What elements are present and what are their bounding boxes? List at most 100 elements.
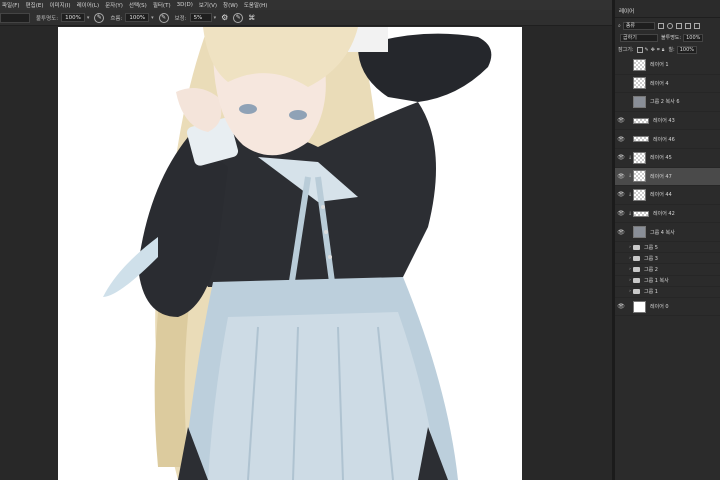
layer-name: 그룹 4 복사 [650, 229, 675, 236]
group-name: 그룹 5 [644, 244, 658, 251]
eye-icon[interactable]: 👁︎ [615, 136, 627, 143]
blend-row: 곱하기 불투명도: 100% [615, 32, 720, 43]
search-icon: ⌕ [618, 22, 621, 29]
eye-icon[interactable]: 👁︎ [615, 210, 627, 217]
menu-file[interactable]: 파일(F) [2, 1, 20, 9]
pressure-opacity-icon[interactable]: ✎ [94, 12, 105, 23]
layer-row[interactable]: 👁︎ 레이어 4 [615, 75, 720, 94]
eye-icon[interactable]: 👁︎ [615, 154, 627, 161]
lock-row: 잠그기: ✎ ✥ ⌗ 🔒︎ 칠: 100% [615, 44, 720, 55]
group-row[interactable]: 👁︎ › 그룹 2 [615, 264, 720, 276]
tab-layers[interactable]: 레이어 [615, 6, 720, 18]
chevron-down-icon[interactable]: ▾ [87, 15, 90, 21]
layer-thumbnail [633, 210, 649, 217]
layer-thumbnail [633, 226, 646, 239]
lock-move-icon[interactable]: ✥ [651, 47, 655, 53]
visibility-toggle[interactable]: 👁︎ [615, 288, 627, 295]
chevron-down-icon[interactable]: ▾ [214, 15, 217, 21]
lock-label: 잠그기: [618, 47, 634, 53]
menu-type[interactable]: 문자(Y) [105, 1, 123, 9]
menu-edit[interactable]: 편집(E) [26, 1, 44, 9]
lock-all-icon[interactable]: 🔒︎ [662, 47, 665, 53]
menu-3d[interactable]: 3D(D) [177, 2, 193, 8]
visibility-toggle[interactable]: 👁︎ [615, 266, 627, 273]
artwork-illustration [103, 27, 492, 480]
visibility-toggle[interactable]: 👁︎ [615, 98, 627, 105]
smoothing-label: 보정: [174, 15, 187, 22]
menu-layer[interactable]: 레이어(L) [77, 1, 100, 9]
flow-label: 흐름: [110, 15, 123, 22]
opacity-label: 불투명도: [661, 35, 682, 41]
visibility-toggle[interactable]: 👁︎ [615, 80, 627, 87]
opacity-input[interactable]: 100% [61, 13, 85, 22]
folder-icon [633, 255, 640, 261]
group-row[interactable]: 👁︎ › 그룹 1 복사 [615, 276, 720, 287]
group-row[interactable]: 👁︎ › 그룹 5 [615, 242, 720, 254]
layer-thumbnail [633, 58, 646, 71]
visibility-toggle[interactable]: 👁︎ [615, 244, 627, 251]
layer-opacity-input[interactable]: 100% [683, 33, 704, 42]
pressure-size-icon[interactable]: ✎ [233, 12, 244, 23]
layer-name: 레이어 1 [650, 62, 669, 69]
layer-name: 레이어 47 [650, 173, 672, 180]
smoothing-input[interactable]: 5% [189, 13, 212, 22]
flow-input[interactable]: 100% [125, 13, 150, 22]
menu-help[interactable]: 도움말(H) [244, 1, 268, 9]
menu-select[interactable]: 선택(S) [129, 1, 147, 9]
layer-row[interactable]: 👁︎ 레이어 43 [615, 112, 720, 131]
layer-row[interactable]: 👁︎ 레이어 0 [615, 298, 720, 317]
layer-row[interactable]: 👁︎ ↓ 레이어 45 [615, 149, 720, 168]
canvas[interactable] [58, 27, 522, 480]
airbrush-icon[interactable]: ✎ [158, 12, 169, 23]
layer-thumbnail [633, 77, 646, 90]
visibility-toggle[interactable]: 👁︎ [615, 277, 627, 284]
layer-thumbnail [633, 95, 646, 108]
layer-thumbnail [633, 151, 646, 164]
layer-row[interactable]: 👁︎ ↓ 레이어 42 [615, 205, 720, 224]
layer-row-selected[interactable]: 👁︎ ↓ 레이어 47 [615, 167, 720, 187]
blend-mode-select[interactable]: 곱하기 [620, 33, 658, 42]
group-row[interactable]: 👁︎ › 그룹 3 [615, 253, 720, 265]
menu-image[interactable]: 이미지(I) [49, 1, 70, 9]
eye-icon[interactable]: 👁︎ [615, 191, 627, 198]
filter-smart-icon[interactable] [693, 22, 700, 29]
menu-window[interactable]: 창(W) [223, 1, 238, 9]
lock-transparent-icon[interactable] [636, 46, 643, 53]
layer-row[interactable]: 👁︎ 그룹 4 복사 [615, 223, 720, 242]
visibility-toggle[interactable]: 👁︎ [615, 61, 627, 68]
menu-view[interactable]: 보기(V) [199, 1, 217, 9]
group-row[interactable]: 👁︎ › 그룹 1 [615, 287, 720, 298]
filter-shape-icon[interactable] [684, 22, 691, 29]
filter-type-icon[interactable] [675, 22, 682, 29]
fill-input[interactable]: 100% [676, 45, 697, 54]
eye-icon[interactable]: 👁︎ [615, 173, 627, 180]
layer-row[interactable]: 👁︎ 그룹 2 복사 6 [615, 93, 720, 112]
brush-preset-picker[interactable] [0, 12, 30, 23]
lock-paint-icon[interactable]: ✎ [645, 47, 649, 53]
layer-name: 레이어 4 [650, 80, 669, 87]
layer-name: 레이어 46 [653, 136, 675, 143]
gear-icon[interactable]: ⚙ [221, 13, 228, 22]
folder-icon [633, 266, 640, 272]
menu-filter[interactable]: 필터(T) [153, 1, 171, 9]
lock-artboard-icon[interactable]: ⌗ [657, 47, 660, 53]
visibility-toggle[interactable]: 👁︎ [615, 255, 627, 262]
filter-kind-select[interactable]: 종류 [622, 21, 655, 30]
layer-thumbnail [633, 300, 646, 313]
folder-icon [633, 278, 640, 284]
layer-row[interactable]: 👁︎ 레이어 1 [615, 56, 720, 75]
eye-icon[interactable]: 👁︎ [615, 117, 627, 124]
eye-icon[interactable]: 👁︎ [615, 229, 627, 236]
filter-adjust-icon[interactable] [666, 22, 673, 29]
layer-row[interactable]: 👁︎ ↓ 레이어 44 [615, 186, 720, 205]
fill-label: 칠: [668, 47, 675, 53]
folder-icon [633, 244, 640, 250]
chevron-down-icon[interactable]: ▾ [151, 15, 154, 21]
layer-list: 👁︎ 레이어 1 👁︎ 레이어 4 👁︎ 그룹 2 복사 6 👁︎ 레이어 43… [615, 56, 720, 317]
filter-pixel-icon[interactable] [657, 22, 664, 29]
layer-row[interactable]: 👁︎ 레이어 46 [615, 130, 720, 149]
symmetry-icon[interactable]: ⌘ [248, 14, 255, 22]
eye-icon[interactable]: 👁︎ [615, 303, 627, 310]
layer-name: 레이어 45 [650, 155, 672, 162]
document-workspace[interactable] [0, 27, 612, 480]
